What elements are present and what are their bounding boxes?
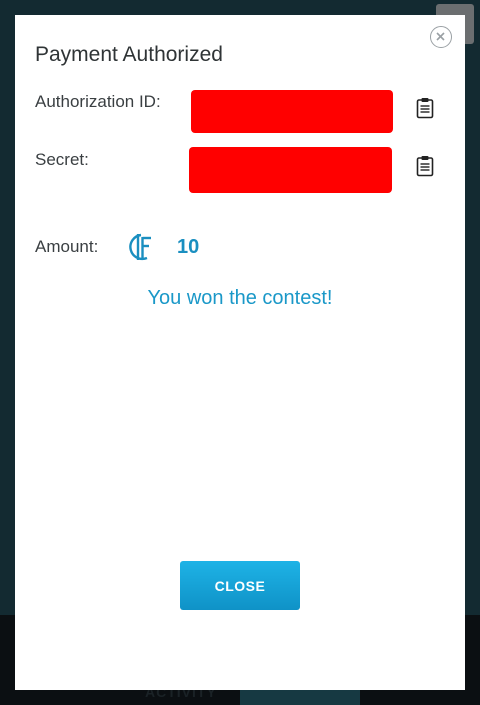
clipboard-icon[interactable]: [416, 97, 434, 119]
authorization-id-label: Authorization ID:: [35, 92, 161, 111]
coin-icon: [127, 231, 155, 263]
result-message: You won the contest!: [147, 287, 333, 309]
close-circle-icon[interactable]: [430, 26, 452, 48]
clipboard-icon[interactable]: [416, 155, 434, 177]
secret-label: Secret:: [35, 150, 89, 169]
modal-title: Payment Authorized: [35, 43, 223, 66]
amount-value: 10: [177, 236, 200, 258]
authorization-id-value: [191, 90, 393, 133]
secret-value: [189, 147, 392, 193]
payment-modal: Payment Authorized Authorization ID: Sec…: [15, 15, 465, 690]
close-button[interactable]: CLOSE: [180, 561, 300, 610]
amount-label: Amount:: [35, 237, 99, 256]
